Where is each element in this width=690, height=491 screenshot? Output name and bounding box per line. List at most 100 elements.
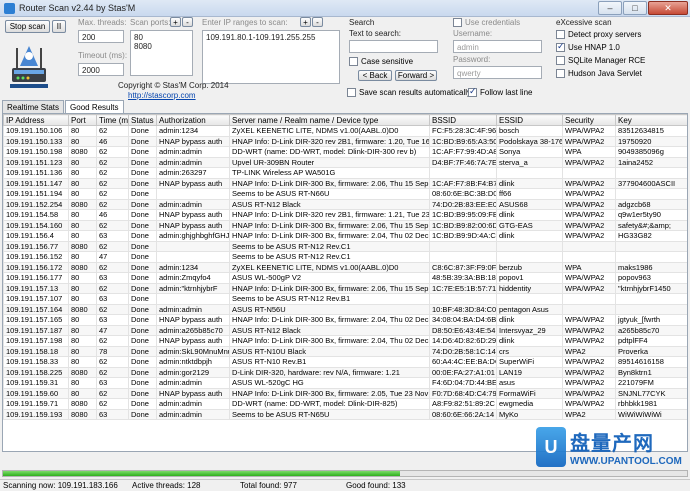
- table-row[interactable]: 109.191.151.147 80 62 Done HNAP bypass auth H…: [3, 177, 687, 189]
- table-cell: D8:50:E6:43:4E:54: [429, 324, 497, 336]
- table-row[interactable]: 109.191.150.106 80 62 Done admin:1234 ZyXEL K…: [3, 125, 687, 137]
- table-cell: pentagon Asus: [496, 303, 563, 315]
- column-header[interactable]: Server name / Realm name / Device type: [229, 114, 430, 126]
- column-header[interactable]: BSSID: [429, 114, 497, 126]
- table-cell: q9w1er5ty90: [615, 209, 687, 221]
- checkbox-box[interactable]: [556, 69, 565, 78]
- minimize-button[interactable]: –: [598, 1, 622, 15]
- table-row[interactable]: 109.191.151.136 80 62 Done admin:263297 TP-LI…: [3, 167, 687, 179]
- add-range-button[interactable]: +: [300, 17, 311, 27]
- maximize-button[interactable]: □: [623, 1, 647, 15]
- table-cell: WPA/WPA2: [562, 230, 616, 242]
- remove-range-button[interactable]: -: [312, 17, 323, 27]
- ip-ranges-list[interactable]: 109.191.80.1-109.191.255.255: [202, 30, 340, 84]
- checkbox-box[interactable]: [347, 88, 356, 97]
- column-header[interactable]: Port: [68, 114, 97, 126]
- table-cell: Done: [128, 167, 157, 179]
- close-button[interactable]: ✕: [648, 1, 688, 15]
- back-button[interactable]: < Back: [358, 70, 392, 81]
- checkbox-box[interactable]: [453, 18, 462, 27]
- password-input[interactable]: qwerty: [453, 66, 542, 79]
- table-row[interactable]: 109.191.152.254 8080 62 Done admin:admin ASUS…: [3, 198, 687, 210]
- use-hnap-checkbox[interactable]: Use HNAP 1.0: [556, 41, 620, 52]
- remove-port-button[interactable]: -: [182, 17, 193, 27]
- table-row[interactable]: 109.191.158.225 8080 62 Done admin:gor2129 D-…: [3, 366, 687, 378]
- active-threads-status: Active threads: 128: [132, 481, 201, 490]
- table-cell: 80: [68, 314, 97, 326]
- table-cell: Done: [128, 156, 157, 168]
- checkbox-box[interactable]: [556, 41, 565, 52]
- use-credentials-checkbox[interactable]: Use credentials: [453, 18, 520, 27]
- table-row[interactable]: 109.191.159.71 8080 62 Done admin:admin DD-WR…: [3, 398, 687, 410]
- username-input[interactable]: admin: [453, 40, 542, 53]
- column-header[interactable]: Status: [128, 114, 157, 126]
- table-cell: 8080: [68, 398, 97, 410]
- timeout-input[interactable]: 2000: [78, 63, 124, 76]
- table-row[interactable]: 109.191.157.13 80 62 Done admin:"ktrnhjybrF H…: [3, 282, 687, 294]
- case-sensitive-checkbox[interactable]: Case sensitive: [349, 57, 413, 66]
- table-cell: 80: [68, 230, 97, 242]
- table-row[interactable]: 109.191.157.198 80 62 Done HNAP bypass auth H…: [3, 335, 687, 347]
- table-row[interactable]: 109.191.157.165 80 63 Done HNAP bypass auth H…: [3, 314, 687, 326]
- table-cell: Done: [128, 387, 157, 399]
- table-row[interactable]: 109.191.156.77 8080 62 Done Seems to be ASUS…: [3, 240, 687, 252]
- forward-button[interactable]: Forward >: [395, 70, 437, 81]
- table-row[interactable]: 109.191.159.31 80 63 Done admin:admin ASUS WL…: [3, 377, 687, 389]
- tab-realtime-stats[interactable]: Realtime Stats: [2, 100, 65, 114]
- table-row[interactable]: 109.191.158.33 80 62 Done admin:ntktdbpjh ASU…: [3, 356, 687, 368]
- table-cell: Done: [128, 314, 157, 326]
- table-cell: admin:a265b85c70: [156, 324, 230, 336]
- table-row[interactable]: 109.191.156.172 8080 62 Done admin:1234 ZyXEL…: [3, 261, 687, 273]
- table-row[interactable]: 109.191.150.133 80 46 Done HNAP bypass auth H…: [3, 135, 687, 147]
- follow-last-line-checkbox[interactable]: Follow last line: [468, 86, 532, 97]
- table-cell: Intersvyaz_29: [496, 324, 563, 336]
- tab-good-results[interactable]: Good Results: [65, 100, 124, 114]
- column-header[interactable]: IP Address: [3, 114, 69, 126]
- checkbox-box[interactable]: [556, 56, 565, 65]
- timeout-label: Timeout (ms):: [78, 51, 128, 60]
- sqlite-rce-checkbox[interactable]: SQLite Manager RCE: [556, 56, 645, 65]
- ip-range-item[interactable]: 109.191.80.1-109.191.255.255: [206, 33, 336, 42]
- table-row[interactable]: 109.191.156.4 80 63 Done admin:ghjghbghfGHJG…: [3, 230, 687, 242]
- table-cell: [496, 251, 563, 263]
- watermark-brand: 盘量产网: [570, 431, 654, 455]
- table-row[interactable]: 109.191.157.107 80 63 Done Seems to be ASUS …: [3, 293, 687, 305]
- max-threads-input[interactable]: 200: [78, 30, 124, 43]
- table-row[interactable]: 109.191.157.187 80 47 Done admin:a265b85c70 A…: [3, 324, 687, 336]
- results-grid[interactable]: IP AddressPortTime (ms)StatusAuthorizati…: [2, 113, 688, 452]
- table-row[interactable]: 109.191.156.152 80 47 Done Seems to be ASUS …: [3, 251, 687, 263]
- excessive-scan-heading: eXcessive scan: [556, 18, 612, 27]
- column-header[interactable]: ESSID: [496, 114, 563, 126]
- website-link[interactable]: http://stascorp.com: [128, 91, 196, 100]
- table-row[interactable]: 109.191.151.194 80 62 Done Seems to be ASUS …: [3, 188, 687, 200]
- hudson-servlet-checkbox[interactable]: Hudson Java Servlet: [556, 69, 642, 78]
- column-header[interactable]: Authorization: [156, 114, 230, 126]
- table-row[interactable]: 109.191.154.160 80 62 Done HNAP bypass auth H…: [3, 219, 687, 231]
- checkbox-box[interactable]: [556, 30, 565, 39]
- table-row[interactable]: 109.191.159.60 80 62 Done HNAP bypass auth HN…: [3, 387, 687, 399]
- save-results-checkbox[interactable]: Save scan results automatically: [347, 88, 471, 97]
- table-cell: 46: [96, 135, 129, 147]
- detect-proxy-checkbox[interactable]: Detect proxy servers: [556, 30, 641, 39]
- port-item[interactable]: 8080: [134, 42, 189, 51]
- stop-scan-button[interactable]: Stop scan: [5, 20, 50, 33]
- checkbox-box[interactable]: [349, 57, 358, 66]
- checkbox-box[interactable]: [468, 86, 477, 97]
- table-row[interactable]: 109.191.154.58 80 46 Done HNAP bypass auth HN…: [3, 209, 687, 221]
- column-header[interactable]: Key: [615, 114, 687, 126]
- add-port-button[interactable]: +: [170, 17, 181, 27]
- search-input[interactable]: [349, 40, 438, 53]
- table-cell: 80: [68, 282, 97, 294]
- table-header-row: IP AddressPortTime (ms)StatusAuthorizati…: [3, 114, 687, 126]
- column-header[interactable]: Security: [562, 114, 616, 126]
- table-row[interactable]: 109.191.158.18 80 78 Done admin:SkL90MnuMnu A…: [3, 345, 687, 357]
- table-row[interactable]: 109.191.150.198 8080 62 Done admin:admin DD-W…: [3, 146, 687, 158]
- table-row[interactable]: 109.191.156.177 80 63 Done admin:Zmqyfo4 ASUS…: [3, 272, 687, 284]
- table-cell: F4:6D:04:7D:44:BE: [429, 377, 497, 389]
- ports-list[interactable]: 80 8080: [130, 30, 193, 76]
- table-row[interactable]: 109.191.151.123 80 62 Done admin:admin Upvel …: [3, 156, 687, 168]
- column-header[interactable]: Time (ms): [96, 114, 129, 126]
- pause-button[interactable]: II: [52, 20, 66, 33]
- table-row[interactable]: 109.191.157.164 8080 62 Done admin:admin ASUS…: [3, 303, 687, 315]
- port-item[interactable]: 80: [134, 33, 189, 42]
